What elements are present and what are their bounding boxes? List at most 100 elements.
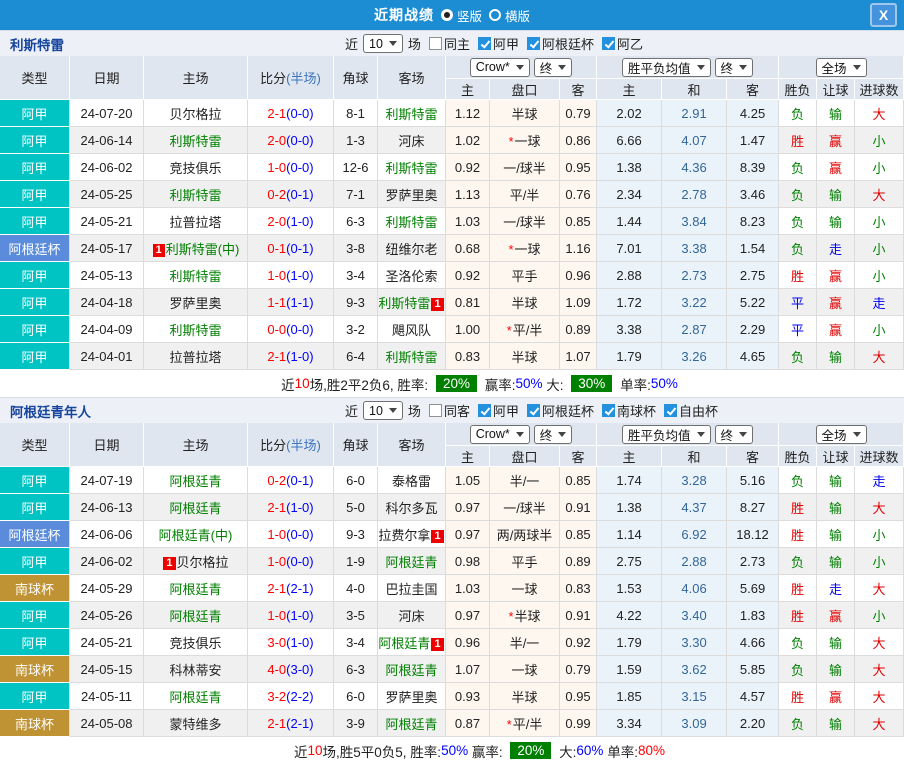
checkbox-icon[interactable] <box>428 404 442 417</box>
panel-header: 利斯特雷 近 10 场 同主 阿甲 阿根廷杯 阿乙 <box>0 30 904 56</box>
checkbox-icon[interactable] <box>601 37 615 50</box>
checkbox-icon[interactable] <box>526 37 540 50</box>
result-goals-cell: 大 <box>855 656 904 683</box>
away-team-cell: 泰格雷 <box>378 467 446 494</box>
handicap-line-cell: 一/球半 <box>490 208 560 235</box>
result-wdl-cell: 负 <box>779 208 818 235</box>
mean-away-odds: 5.16 <box>727 467 780 494</box>
summary-segment: 赢率: <box>468 744 507 760</box>
result-wdl-cell: 平 <box>779 289 818 316</box>
halftime-score: (0-0) <box>286 553 314 569</box>
checkbox-icon[interactable] <box>664 404 677 417</box>
mean-draw-odds: 3.28 <box>662 467 728 494</box>
handicap-home-odds: 0.68 <box>446 235 490 262</box>
home-team-cell: 竞技俱乐 <box>144 629 248 656</box>
summary-segment: 20% <box>510 742 552 759</box>
mean-draw-odds: 3.30 <box>662 629 728 656</box>
col-header-home: 主场 <box>144 56 248 100</box>
result-scope-select[interactable]: 全场 <box>815 424 867 444</box>
handicap-line-text: 平/半 <box>509 187 540 203</box>
match-count-select[interactable]: 10 <box>363 34 403 53</box>
competition-type-cell: 阿甲 <box>0 289 70 316</box>
wdl-stage-select[interactable]: 终 <box>714 57 754 77</box>
handicap-line-text: 一球 <box>511 581 538 597</box>
fulltime-score: 3-0 <box>267 634 287 650</box>
match-count-select[interactable]: 10 <box>363 401 403 420</box>
mean-home-odds: 1.44 <box>597 208 663 235</box>
league-checkbox-阿根廷杯[interactable]: 阿根廷杯 <box>526 401 594 420</box>
league-checkbox-阿根廷杯[interactable]: 阿根廷杯 <box>526 34 594 53</box>
col-header-date: 日期 <box>70 56 144 100</box>
competition-type-cell: 阿甲 <box>0 316 70 343</box>
halftime-score: (3-0) <box>286 661 314 677</box>
score-cell: 1-0(1-0) <box>248 602 334 629</box>
home-team-name: 竞技俱乐 <box>169 635 222 651</box>
halftime-score: (0-0) <box>286 526 314 542</box>
away-team-cell: 圣洛伦索 <box>378 262 446 289</box>
result-goals-cell: 大 <box>855 710 904 737</box>
col-header-score: 比分(半场) <box>248 423 334 467</box>
result-wdl-cell: 负 <box>779 181 818 208</box>
league-checkbox-阿乙[interactable]: 阿乙 <box>601 34 643 53</box>
same-venue-checkbox[interactable]: 同主 <box>428 34 470 53</box>
handicap-line-cell: 一球 <box>490 575 560 602</box>
match-row: 阿甲 24-06-14 利斯特雷 2-0(0-0) 1-3 河床 1.02 *一球 0.86 6.… <box>0 127 904 154</box>
team-name: 利斯特雷 <box>10 37 64 53</box>
checkbox-icon[interactable] <box>601 404 615 417</box>
league-checkbox-阿甲[interactable]: 阿甲 <box>477 401 519 420</box>
wdl-mean-select[interactable]: 胜平负均值 <box>622 424 711 444</box>
odds-company-select[interactable]: Crow* <box>469 57 530 77</box>
checkbox-icon[interactable] <box>428 37 442 50</box>
close-button[interactable]: X <box>870 3 897 27</box>
same-venue-checkbox[interactable]: 同客 <box>428 401 470 420</box>
away-team-name: 利斯特雷 <box>385 106 438 122</box>
home-team-cell: 蒙特维多 <box>144 710 248 737</box>
checkbox-icon[interactable] <box>477 37 491 50</box>
league-checkbox-阿甲[interactable]: 阿甲 <box>477 34 519 53</box>
panel-header: 阿根廷青年人 近 10 场 同客 阿甲 阿根廷杯 南球杯 自由杯 <box>0 397 904 423</box>
layout-radio-horizontal[interactable]: 横版 <box>489 6 530 25</box>
competition-type-cell: 阿甲 <box>0 262 70 289</box>
date-cell: 24-07-19 <box>70 467 144 494</box>
wdl-stage-select[interactable]: 终 <box>714 424 754 444</box>
handicap-away-odds: 0.99 <box>560 710 598 737</box>
half-score-header-text: (半场) <box>286 71 321 86</box>
chevron-down-icon <box>696 64 705 70</box>
away-team-cell: 科尔多瓦 <box>378 494 446 521</box>
odds-company-select[interactable]: Crow* <box>469 424 530 444</box>
handicap-line-text: 平手 <box>511 268 538 284</box>
result-wdl-cell: 负 <box>779 235 818 262</box>
league-checkbox-自由杯[interactable]: 自由杯 <box>664 401 718 420</box>
away-team-cell: 河床 <box>378 602 446 629</box>
league-checkbox-南球杯[interactable]: 南球杯 <box>601 401 656 420</box>
wdl-stage-value: 终 <box>720 428 734 443</box>
odds-stage-select[interactable]: 终 <box>533 57 573 77</box>
away-team-name: 利斯特雷 <box>385 214 438 230</box>
corners-cell: 4-0 <box>334 575 378 602</box>
odds-stage-select[interactable]: 终 <box>533 424 573 444</box>
wdl-mean-select[interactable]: 胜平负均值 <box>622 57 711 77</box>
mean-draw-odds: 3.22 <box>662 289 728 316</box>
result-scope-select[interactable]: 全场 <box>815 57 867 77</box>
summary-segment: 80% <box>637 743 665 758</box>
mean-draw-odds: 3.84 <box>662 208 728 235</box>
result-wdl-cell: 负 <box>779 548 818 575</box>
date-cell: 24-05-21 <box>70 629 144 656</box>
competition-type-cell: 阿甲 <box>0 343 70 370</box>
mean-draw-odds: 3.15 <box>662 683 728 710</box>
home-team-name: 贝尔格拉 <box>169 106 222 122</box>
wdl-mean-value: 胜平负均值 <box>628 61 691 76</box>
radio-icon[interactable] <box>440 9 453 21</box>
handicap-line-cell: *半球 <box>490 602 560 629</box>
sub-header: 盘口 <box>490 446 560 467</box>
radio-icon[interactable] <box>489 9 501 21</box>
away-team-cell: 阿根廷青 <box>378 548 446 575</box>
checkbox-icon[interactable] <box>526 404 540 417</box>
score-cell: 2-1(1-0) <box>248 494 334 521</box>
odds-stage-value: 终 <box>539 61 553 76</box>
mean-away-odds: 5.85 <box>727 656 780 683</box>
handicap-away-odds: 0.85 <box>560 467 598 494</box>
result-goals-cell: 大 <box>855 181 904 208</box>
layout-radio-vertical[interactable]: 竖版 <box>440 6 482 25</box>
checkbox-icon[interactable] <box>477 404 491 417</box>
